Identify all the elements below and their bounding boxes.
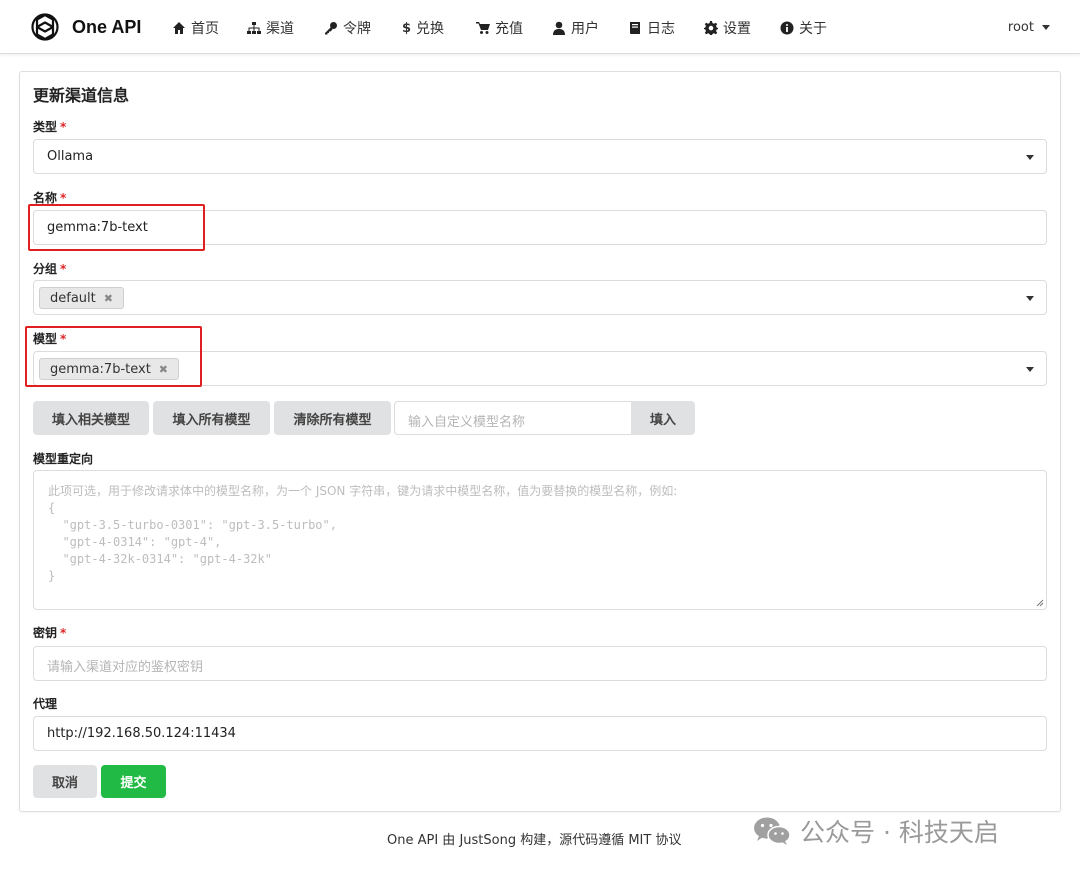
group-tag[interactable]: default ✖: [39, 287, 124, 309]
nav-item-redeem[interactable]: $ 兑换: [402, 19, 445, 38]
custom-model-placeholder: 输入自定义模型名称: [408, 415, 526, 430]
name-highlight-box: [28, 204, 205, 251]
cancel-button[interactable]: 取消: [33, 765, 97, 798]
form-card: [19, 71, 1061, 812]
nav-item-label: 设置: [723, 21, 751, 37]
model-mapping-placeholder: 此项可选，用于修改请求体中的模型名称，为一个 JSON 字符串，键为请求中模型名…: [48, 484, 678, 583]
submit-button[interactable]: 提交: [101, 765, 166, 798]
fill-custom-model-button[interactable]: 填入: [631, 401, 695, 435]
wechat-icon: [754, 817, 791, 845]
footer-text: 构建，源代码遵循: [516, 833, 629, 848]
sitemap-icon: [247, 22, 261, 34]
type-select[interactable]: Ollama: [33, 139, 1047, 174]
fill-related-models-button[interactable]: 填入相关模型: [33, 401, 149, 435]
required-mark: *: [60, 626, 67, 640]
home-icon: [173, 22, 185, 34]
proxy-input-value: http://192.168.50.124:11434: [47, 726, 236, 741]
custom-model-input[interactable]: 输入自定义模型名称: [394, 401, 632, 435]
remove-tag-icon[interactable]: ✖: [104, 292, 113, 305]
key-input[interactable]: 请输入渠道对应的鉴权密钥: [33, 646, 1047, 681]
key-label: 密钥 *: [33, 626, 67, 640]
nav-item-settings[interactable]: 设置: [704, 19, 751, 37]
gear-icon: [704, 21, 718, 35]
nav-item-label: 关于: [799, 21, 827, 37]
dropdown-caret-icon: [1026, 296, 1034, 301]
nav-item-label: 令牌: [343, 21, 371, 37]
required-mark: *: [60, 262, 67, 276]
nav-item-about[interactable]: 关于: [780, 19, 827, 37]
watermark: 公众号 · 科技天启: [752, 813, 999, 849]
models-highlight-box: [25, 326, 202, 387]
nav-item-home[interactable]: 首页: [172, 19, 219, 37]
book-icon: [630, 22, 640, 34]
top-navbar: One API 首页 渠道 令牌 $ 兑换 充值 用户 日志 设置 关于 roo…: [0, 0, 1080, 54]
dropdown-caret-icon: [1026, 367, 1034, 372]
nav-item-users[interactable]: 用户: [552, 19, 599, 37]
nav-item-topup[interactable]: 充值: [476, 19, 523, 37]
required-mark: *: [60, 120, 67, 134]
cart-icon: [476, 22, 490, 34]
nav-item-channels[interactable]: 渠道: [247, 19, 294, 37]
group-label: 分组 *: [33, 262, 67, 276]
fill-all-models-button[interactable]: 填入所有模型: [153, 401, 270, 435]
nav-item-label: 充值: [495, 21, 523, 37]
footer-license-link[interactable]: MIT 协议: [628, 833, 681, 848]
proxy-input[interactable]: http://192.168.50.124:11434: [33, 716, 1047, 751]
user-icon: [553, 21, 565, 35]
brand-name[interactable]: One API: [72, 17, 141, 38]
user-menu[interactable]: root: [1008, 20, 1050, 35]
page-title: 更新渠道信息: [33, 86, 130, 105]
dropdown-caret-icon: [1026, 155, 1034, 160]
footer-app-link[interactable]: One API: [387, 833, 438, 848]
group-tag-label: default: [50, 290, 96, 306]
nav-item-label: 日志: [647, 21, 675, 37]
footer-author-link[interactable]: JustSong: [459, 833, 516, 848]
nav-item-label: 渠道: [266, 21, 294, 37]
dollar-icon: $: [402, 20, 412, 36]
footer-text: 由: [438, 833, 460, 848]
info-icon: [780, 21, 794, 35]
watermark-text: 公众号 · 科技天启: [800, 818, 999, 847]
key-input-placeholder: 请输入渠道对应的鉴权密钥: [47, 660, 204, 675]
clear-all-models-button[interactable]: 清除所有模型: [274, 401, 391, 435]
proxy-label: 代理: [33, 697, 58, 711]
nav-item-label: 兑换: [416, 21, 445, 37]
nav-item-label: 用户: [571, 21, 599, 37]
nav-item-label: 首页: [191, 21, 219, 37]
resize-handle-icon[interactable]: [1036, 599, 1044, 607]
model-mapping-label: 模型重定向: [33, 452, 94, 466]
type-select-value: Ollama: [47, 149, 94, 164]
nav-item-tokens[interactable]: 令牌: [324, 19, 371, 37]
group-select[interactable]: default ✖: [33, 280, 1047, 315]
nav-item-logs[interactable]: 日志: [628, 19, 675, 37]
type-label: 类型 *: [33, 120, 67, 134]
openai-logo-icon[interactable]: [29, 11, 61, 43]
username: root: [1007, 20, 1034, 35]
model-mapping-textarea[interactable]: 此项可选，用于修改请求体中的模型名称，为一个 JSON 字符串，键为请求中模型名…: [33, 470, 1047, 610]
key-icon: [325, 22, 337, 35]
footer: One API 由 JustSong 构建，源代码遵循 MIT 协议: [387, 829, 681, 848]
required-mark: *: [60, 191, 67, 205]
chevron-down-icon: [1042, 25, 1050, 30]
